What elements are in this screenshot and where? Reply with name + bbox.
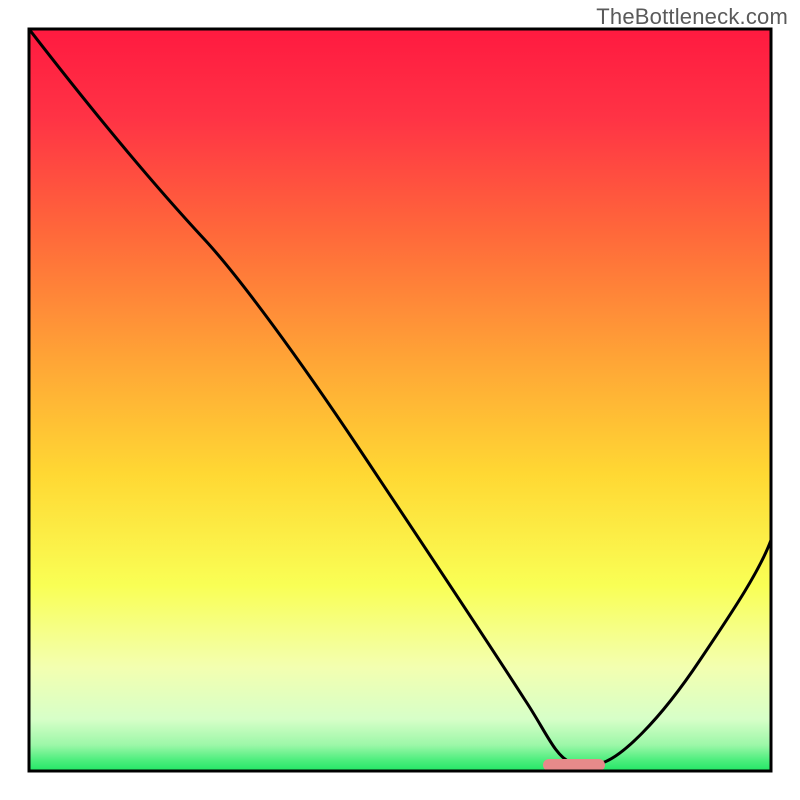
watermark-text: TheBottleneck.com <box>596 4 788 30</box>
bottleneck-chart <box>0 0 800 800</box>
chart-background-gradient <box>29 29 771 771</box>
optimal-range-marker <box>543 759 605 771</box>
chart-container: TheBottleneck.com <box>0 0 800 800</box>
